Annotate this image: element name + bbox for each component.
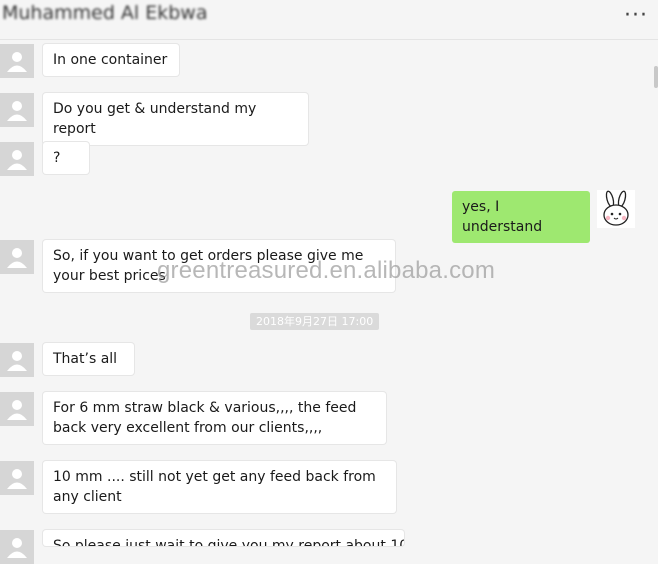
default-avatar-icon xyxy=(7,538,27,558)
avatar[interactable] xyxy=(0,530,34,564)
timestamp: 2018年9月27日 17:00 xyxy=(250,313,380,330)
my-message-bubble[interactable]: yes, I understand xyxy=(452,191,590,243)
bunny-sticker-icon[interactable] xyxy=(597,190,635,228)
scrollbar[interactable] xyxy=(654,66,658,88)
default-avatar-icon xyxy=(7,248,27,268)
message-bubble[interactable]: ? xyxy=(43,142,89,174)
avatar[interactable] xyxy=(0,461,34,495)
message-bubble[interactable]: That’s all xyxy=(43,343,134,375)
default-avatar-icon xyxy=(7,351,27,371)
default-avatar-icon xyxy=(7,101,27,121)
avatar[interactable] xyxy=(0,240,34,274)
default-avatar-icon xyxy=(7,52,27,72)
avatar[interactable] xyxy=(0,392,34,426)
avatar[interactable] xyxy=(0,142,34,176)
more-dots-icon[interactable]: ··· xyxy=(624,3,648,28)
avatar[interactable] xyxy=(0,44,34,78)
message-bubble[interactable]: So please just wait to give you my repor… xyxy=(43,530,404,546)
default-avatar-icon xyxy=(7,469,27,489)
chat-header: Muhammed Al Ekbwa ··· xyxy=(0,0,658,40)
contact-name: Muhammed Al Ekbwa xyxy=(2,2,208,24)
message-bubble[interactable]: Do you get & understand my report xyxy=(43,93,308,145)
message-bubble[interactable]: 10 mm .... still not yet get any feed ba… xyxy=(43,461,396,513)
default-avatar-icon xyxy=(7,400,27,420)
avatar[interactable] xyxy=(0,343,34,377)
message-bubble[interactable]: For 6 mm straw black & various,,,, the f… xyxy=(43,392,386,444)
message-bubble[interactable]: In one container xyxy=(43,44,179,76)
avatar[interactable] xyxy=(0,93,34,127)
watermark: greentreasured.en.alibaba.com xyxy=(157,257,496,284)
default-avatar-icon xyxy=(7,150,27,170)
